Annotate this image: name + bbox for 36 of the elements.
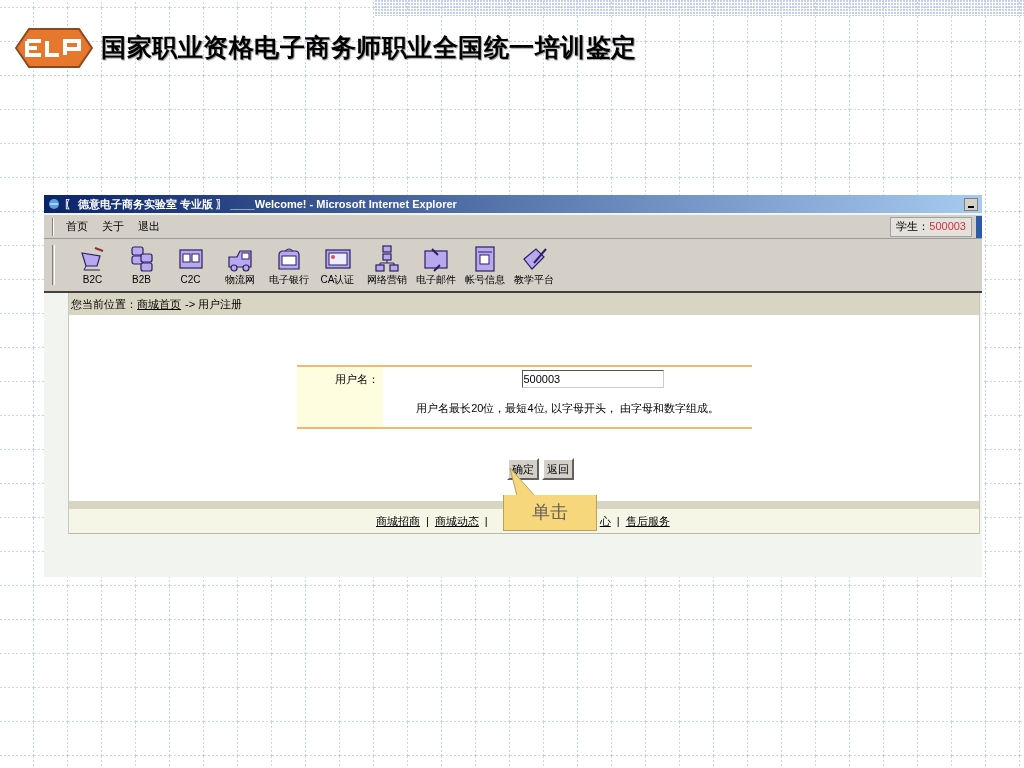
footer-link[interactable]: 售后服务: [625, 512, 670, 530]
window-title: 〖 德意电子商务实验室 专业版 〗 ____Welcome! - Microsoft Internet Explorer: [64, 196, 457, 212]
breadcrumb-current: -> 用户注册: [185, 296, 243, 312]
browser-icon: [48, 198, 60, 210]
toolbar-button[interactable]: CA认证: [314, 244, 361, 286]
toolbar-button[interactable]: B2C: [69, 244, 116, 286]
username-label: 用户名：: [335, 372, 379, 385]
footer-link[interactable]: 商城动态: [434, 512, 479, 530]
form-button[interactable]: 返回: [541, 458, 574, 480]
menu-item[interactable]: 关于: [102, 218, 124, 235]
toolbar-button[interactable]: C2C: [167, 244, 214, 286]
menu-item[interactable]: 退出: [138, 218, 160, 235]
username-field[interactable]: 500003: [521, 370, 664, 388]
minimize-button[interactable]: [964, 197, 978, 211]
toolbar-button[interactable]: 帐号信息: [461, 244, 508, 286]
link-separator: |: [484, 513, 488, 529]
breadcrumb-link[interactable]: 商城首页: [137, 295, 181, 313]
link-separator: |: [616, 513, 620, 529]
window-edge: [976, 215, 982, 238]
toolbar-button[interactable]: 教学平台: [510, 244, 557, 286]
toolbar-button[interactable]: 电子银行: [265, 244, 312, 286]
footer-link[interactable]: 心: [599, 512, 611, 530]
toolbar-button[interactable]: 网络营销: [363, 244, 410, 286]
breadcrumb-label: 您当前位置：: [71, 296, 137, 312]
toolbar-button[interactable]: 物流网: [216, 244, 263, 286]
slide-title: 国家职业资格电子商务师职业全国统一培训鉴定: [101, 32, 637, 64]
network-icon: [372, 244, 401, 273]
menu-item[interactable]: 首页: [66, 218, 88, 235]
toolbar-button[interactable]: 电子邮件: [412, 244, 459, 286]
username-hint: 用户名最长20位，最短4位, 以字母开头， 由字母和数字组成。: [416, 401, 719, 416]
form-button[interactable]: 确定: [506, 458, 539, 480]
footer-link[interactable]: 商城招商: [376, 512, 420, 530]
user-badge: 学生：500003: [890, 216, 972, 237]
link-separator: |: [426, 513, 429, 529]
toolbar-button[interactable]: B2B: [118, 244, 165, 286]
callout-text: 单击: [532, 501, 568, 524]
